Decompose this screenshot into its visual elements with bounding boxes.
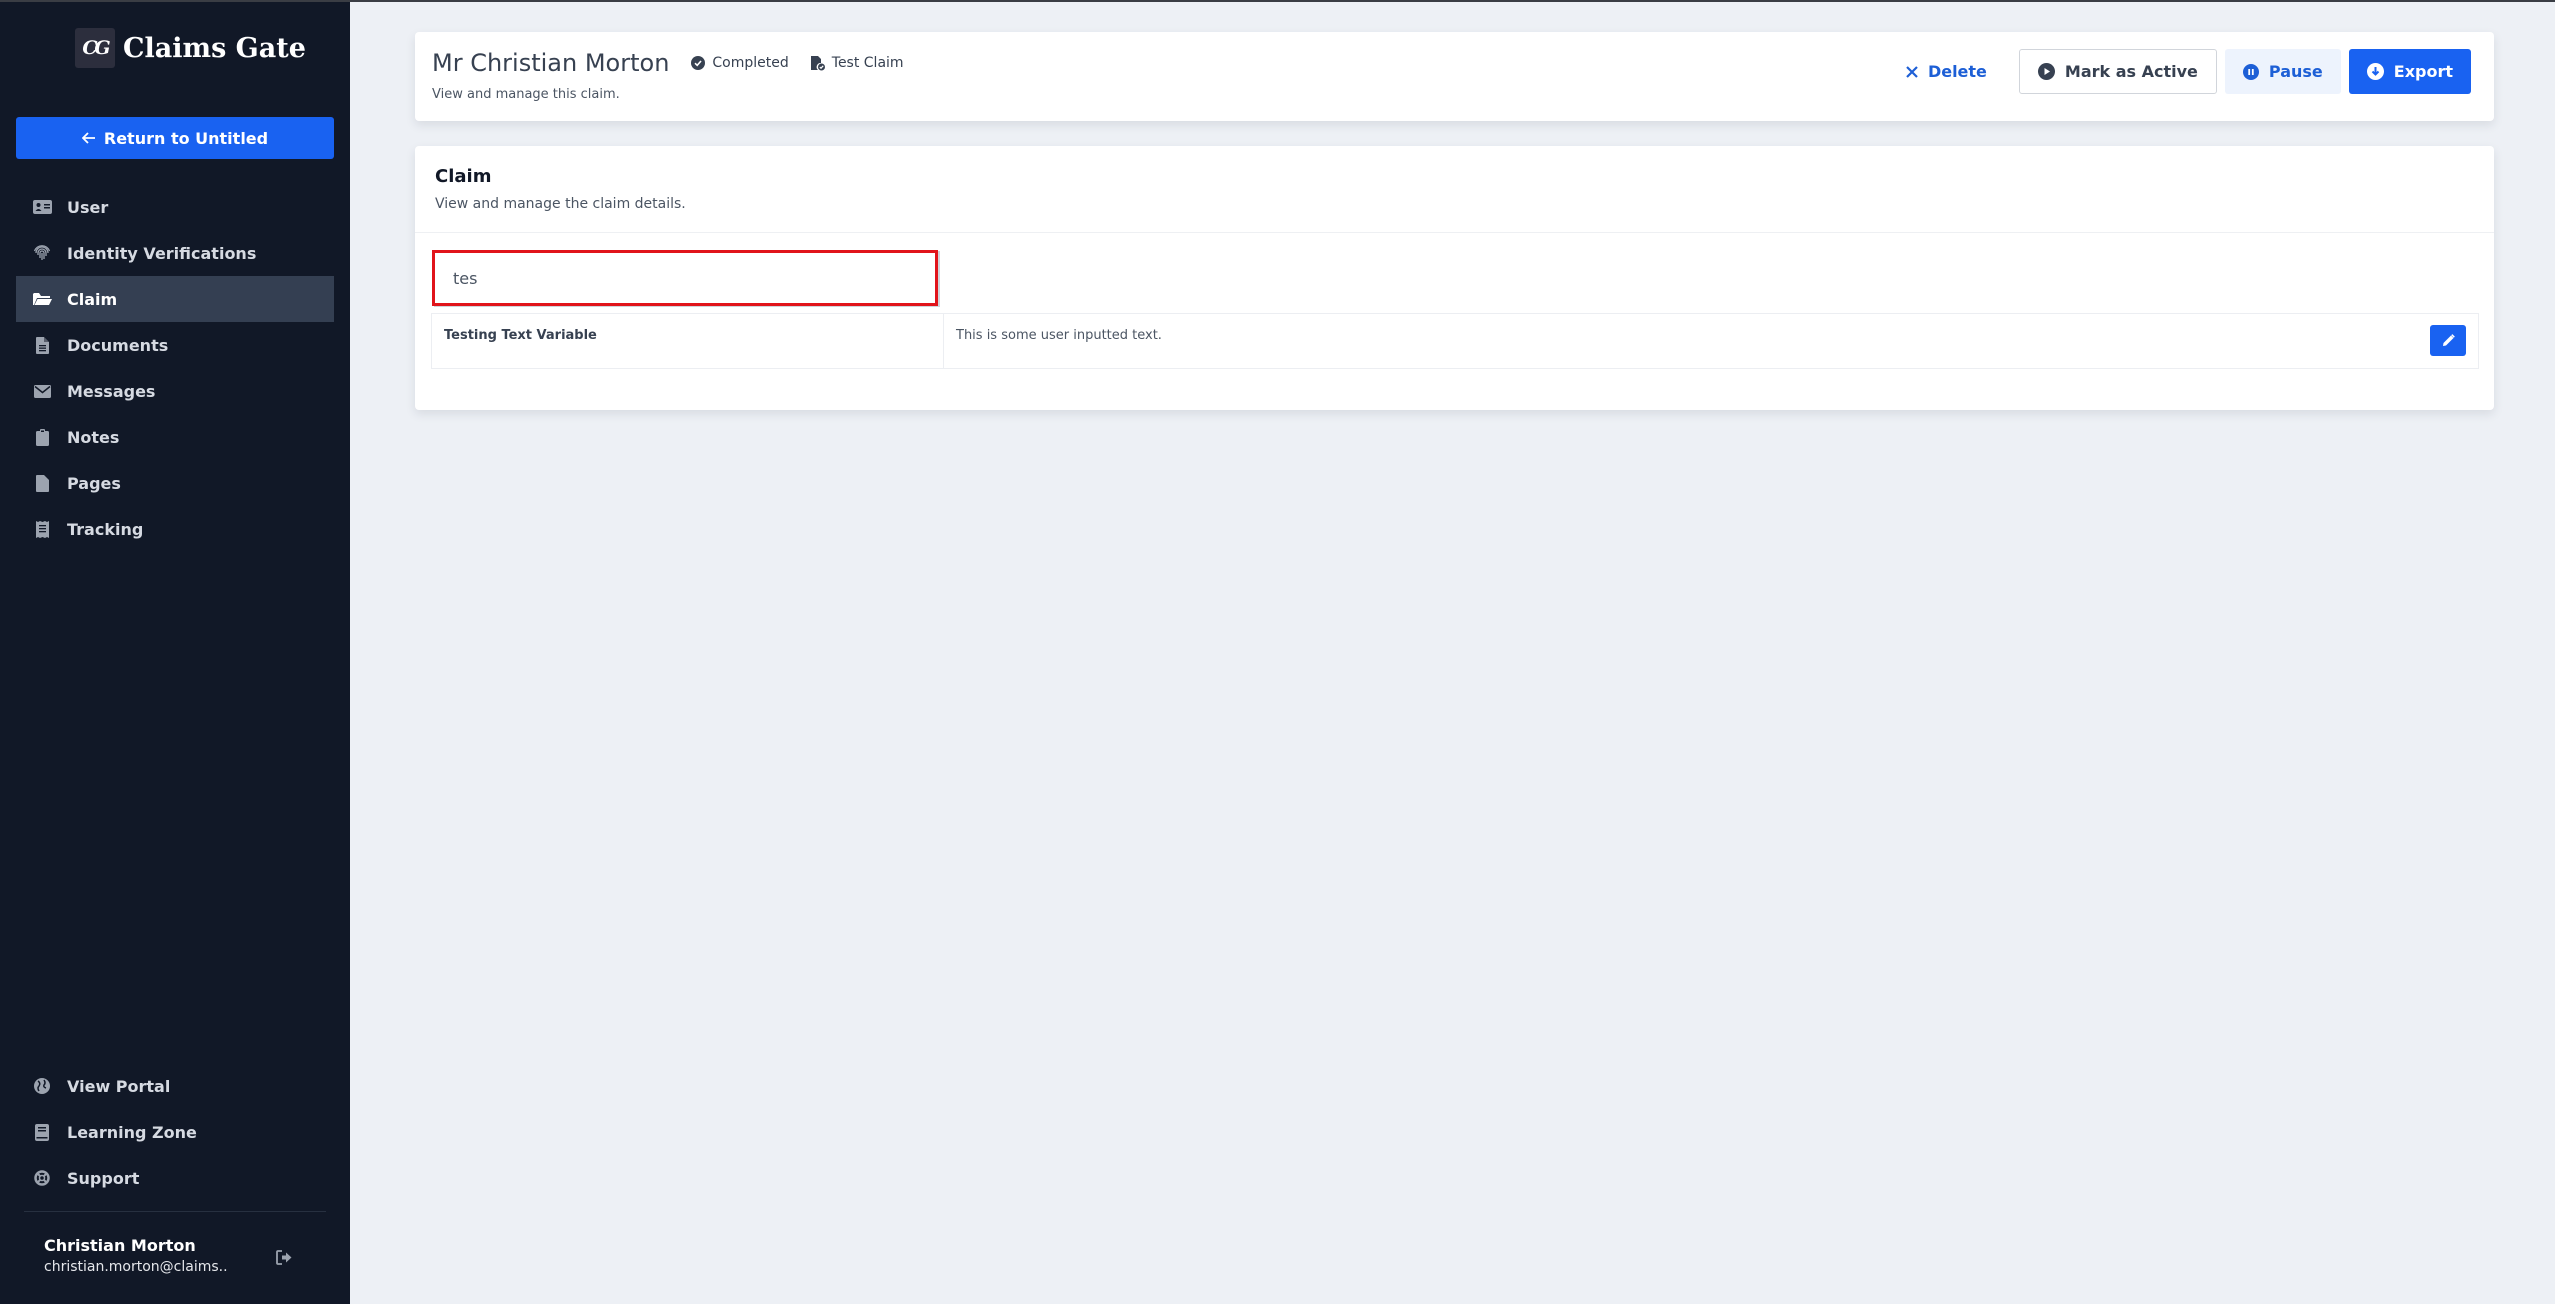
- sidebar-item-documents[interactable]: Documents: [16, 322, 334, 368]
- sidebar-item-label: Tracking: [67, 519, 144, 539]
- sidebar-item-identity-verifications[interactable]: Identity Verifications: [16, 230, 334, 276]
- return-button-label: Return to Untitled: [103, 128, 269, 148]
- id-card-icon: [32, 197, 52, 217]
- variable-value: This is some user inputted text.: [956, 328, 1162, 343]
- sidebar-item-label: Messages: [67, 381, 156, 401]
- status-text: Completed: [712, 55, 789, 71]
- user-name: Christian Morton: [44, 1236, 196, 1255]
- globe-icon: [32, 1076, 52, 1096]
- life-ring-icon: [32, 1168, 52, 1188]
- return-button[interactable]: Return to Untitled: [16, 117, 334, 159]
- sidebar-item-label: Documents: [67, 335, 169, 355]
- sidebar-item-pages[interactable]: Pages: [16, 460, 334, 506]
- file-icon: [32, 473, 52, 493]
- sidebar-item-messages[interactable]: Messages: [16, 368, 334, 414]
- export-button[interactable]: Export: [2348, 49, 2471, 94]
- edit-button[interactable]: [2430, 325, 2466, 356]
- check-circle-icon: [691, 56, 706, 70]
- section-divider: [415, 232, 2494, 233]
- pause-circle-icon: [2242, 63, 2259, 80]
- sidebar-divider: [24, 1211, 326, 1212]
- claim-details-card: Claim View and manage the claim details.…: [415, 146, 2494, 410]
- sidebar-item-label: User: [67, 197, 109, 217]
- sidebar-bottom-nav: View Portal Learning Zone Support: [16, 1063, 334, 1201]
- page-subtitle: View and manage this claim.: [432, 87, 620, 102]
- mark-as-active-label: Mark as Active: [2064, 62, 2198, 81]
- variable-label: Testing Text Variable: [432, 314, 944, 368]
- export-label: Export: [2393, 62, 2453, 81]
- sidebar-item-label: Identity Verifications: [67, 243, 257, 263]
- logo-text: Claims Gate: [123, 32, 306, 64]
- sidebar-item-user[interactable]: User: [16, 184, 334, 230]
- header-actions: Delete Mark as Active Pause Export: [1888, 49, 2471, 94]
- delete-button[interactable]: Delete: [1888, 49, 2011, 94]
- sidebar-item-label: View Portal: [67, 1076, 171, 1096]
- claim-type-text: Test Claim: [831, 55, 904, 71]
- sidebar-item-label: Pages: [67, 473, 121, 493]
- variable-value-cell: This is some user inputted text.: [944, 314, 2478, 368]
- pause-button[interactable]: Pause: [2224, 49, 2341, 94]
- sidebar-nav: User Identity Verifications Claim Docume…: [16, 184, 334, 552]
- receipt-icon: [32, 519, 52, 539]
- sidebar-item-label: Support: [67, 1168, 140, 1188]
- sidebar-item-claim[interactable]: Claim: [16, 276, 334, 322]
- download-circle-icon: [2366, 63, 2384, 80]
- logout-icon[interactable]: [276, 1250, 293, 1269]
- user-email: christian.morton@claims..: [44, 1259, 228, 1275]
- sidebar-item-learning-zone[interactable]: Learning Zone: [16, 1109, 334, 1155]
- file-check-icon: [810, 55, 825, 71]
- sidebar-item-tracking[interactable]: Tracking: [16, 506, 334, 552]
- claim-type-badge: Test Claim: [810, 55, 904, 71]
- user-profile: Christian Morton christian.morton@claims…: [44, 1236, 228, 1275]
- sidebar-item-label: Learning Zone: [67, 1122, 197, 1142]
- arrow-left-icon: [81, 132, 96, 144]
- pause-label: Pause: [2268, 62, 2323, 81]
- claim-header: Mr Christian Morton Completed Test Claim…: [415, 32, 2494, 121]
- search-input[interactable]: [432, 250, 938, 306]
- close-icon: [1906, 65, 1918, 78]
- sidebar-item-label: Claim: [67, 289, 118, 309]
- sidebar-item-label: Notes: [67, 427, 120, 447]
- clipboard-icon: [32, 427, 52, 447]
- sidebar-item-support[interactable]: Support: [16, 1155, 334, 1201]
- status-badge: Completed: [691, 55, 789, 71]
- sidebar: CG Claims Gate Return to Untitled User I…: [0, 2, 350, 1304]
- sidebar-item-notes[interactable]: Notes: [16, 414, 334, 460]
- claim-section-subtitle: View and manage the claim details.: [435, 196, 686, 212]
- logo[interactable]: CG Claims Gate: [75, 27, 306, 69]
- file-text-icon: [32, 335, 52, 355]
- delete-label: Delete: [1927, 62, 1987, 81]
- play-circle-icon: [2037, 63, 2055, 80]
- table-row: Testing Text Variable This is some user …: [431, 313, 2479, 369]
- pencil-icon: [2442, 334, 2455, 347]
- fingerprint-icon: [32, 243, 52, 263]
- mark-as-active-button[interactable]: Mark as Active: [2018, 49, 2217, 94]
- book-icon: [32, 1122, 52, 1142]
- sidebar-item-view-portal[interactable]: View Portal: [16, 1063, 334, 1109]
- page-title: Mr Christian Morton: [432, 49, 670, 77]
- logo-icon: CG: [75, 28, 115, 68]
- folder-open-icon: [32, 289, 52, 309]
- envelope-icon: [32, 381, 52, 401]
- title-row: Mr Christian Morton Completed Test Claim: [432, 49, 904, 77]
- claim-section-title: Claim: [435, 166, 492, 187]
